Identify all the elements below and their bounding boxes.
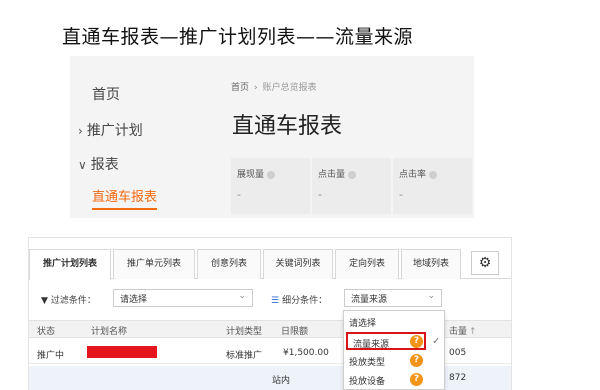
page-title: 直通车报表: [232, 114, 343, 139]
sidebar-item-home[interactable]: 首页: [92, 84, 120, 104]
report-panel: 首页 › 推广计划 ∨ 报表 直通车报表 首页 › 账户总览报表 直通车报表 展现量 -…: [70, 56, 474, 218]
column-plan-type[interactable]: 计划类型: [226, 324, 262, 337]
sidebar-item-report[interactable]: ∨ 报表: [78, 154, 119, 174]
help-icon[interactable]: ?: [410, 335, 423, 348]
split-select[interactable]: 流量来源 ⌄: [344, 289, 442, 307]
filter-icon: ▼: [41, 296, 48, 306]
split-label: 细分条件：: [282, 296, 328, 306]
dropdown-option-none[interactable]: 请选择: [344, 313, 444, 331]
sidebar: 首页 › 推广计划 ∨ 报表 直通车报表: [70, 56, 210, 218]
settings-button[interactable]: ⚙: [471, 251, 499, 275]
tab-unit-list[interactable]: 推广单元列表: [113, 249, 195, 279]
breadcrumb: 首页 › 账户总览报表: [231, 80, 317, 93]
slide-title: 直通车报表—推广计划列表——流量来源: [62, 26, 414, 48]
column-plan-name[interactable]: 计划名称: [91, 324, 127, 337]
help-icon[interactable]: ?: [410, 354, 423, 367]
metric-value: -: [318, 188, 322, 201]
list-icon: ☰: [271, 296, 280, 306]
breadcrumb-current: 账户总览报表: [262, 83, 317, 93]
metric-clicks: 点击量 -: [312, 158, 391, 214]
help-icon[interactable]: [267, 170, 276, 179]
help-icon[interactable]: ?: [410, 373, 423, 386]
metric-value: -: [237, 188, 241, 201]
tab-keyword-list[interactable]: 关键词列表: [263, 249, 333, 279]
metric-label: 展现量: [237, 170, 265, 180]
check-icon: ✓: [432, 336, 441, 347]
filter-label: 过滤条件：: [50, 296, 96, 306]
sidebar-item-report-label: 报表: [90, 157, 119, 173]
help-icon[interactable]: [429, 170, 438, 179]
row-daily-limit: ¥1,500.00: [283, 348, 329, 358]
breadcrumb-home[interactable]: 首页: [231, 83, 249, 93]
dropdown-option-traffic-source[interactable]: 流量来源 ?: [346, 332, 426, 350]
metric-impressions: 展现量 -: [231, 158, 310, 214]
split-dropdown-menu: 请选择 流量来源 ? ✓ 投放类型 ? 投放设备 ?: [343, 310, 445, 390]
tab-bar: 推广计划列表 推广单元列表 创意列表 关键词列表 定向列表 地域列表 ⚙: [29, 249, 511, 280]
sort-up-icon: ↑: [469, 327, 477, 337]
sub-row-clicks: 872: [449, 373, 467, 383]
row-clicks: 005: [449, 348, 467, 358]
chevron-down-icon: ⌄: [427, 291, 435, 301]
metric-label: 点击率: [399, 170, 427, 180]
dropdown-option-delivery-type[interactable]: 投放类型 ?: [344, 352, 444, 370]
tab-plan-list[interactable]: 推广计划列表: [29, 249, 111, 280]
column-status[interactable]: 状态: [37, 324, 55, 337]
breadcrumb-separator: ›: [254, 83, 258, 93]
column-clicks[interactable]: 击量 ↑: [449, 324, 477, 337]
chevron-down-icon: ⌄: [238, 291, 246, 301]
tab-creative-list[interactable]: 创意列表: [197, 249, 261, 279]
column-daily-limit[interactable]: 日限额: [281, 324, 308, 337]
metric-ctr: 点击率 -: [393, 158, 472, 214]
chevron-right-icon: ›: [78, 124, 83, 138]
tab-targeting-list[interactable]: 定向列表: [335, 249, 399, 279]
filter-row: ▼ 过滤条件： 请选择 ⌄ ☰ 细分条件： 流量来源 ⌄: [29, 286, 511, 312]
sidebar-item-plan-label: 推广计划: [86, 123, 143, 139]
redacted-plan-name: [87, 346, 157, 358]
sidebar-item-ztc-report[interactable]: 直通车报表: [92, 186, 158, 210]
tab-region-list[interactable]: 地域列表: [401, 249, 461, 279]
help-icon[interactable]: [348, 170, 357, 179]
gear-icon: ⚙: [478, 255, 492, 271]
metric-label: 点击量: [318, 170, 346, 180]
filter-select[interactable]: 请选择 ⌄: [113, 289, 253, 307]
chevron-down-icon: ∨: [78, 158, 87, 172]
metric-value: -: [399, 188, 403, 201]
sub-row-source: 站内: [272, 376, 291, 386]
row-plan-type: 标准推广: [226, 351, 263, 361]
dropdown-option-device[interactable]: 投放设备 ?: [344, 371, 444, 389]
row-status: 推广中: [37, 351, 65, 361]
sidebar-item-plan[interactable]: › 推广计划: [78, 120, 143, 140]
metrics-cards: 展现量 - 点击量 - 点击率 -: [231, 158, 474, 214]
